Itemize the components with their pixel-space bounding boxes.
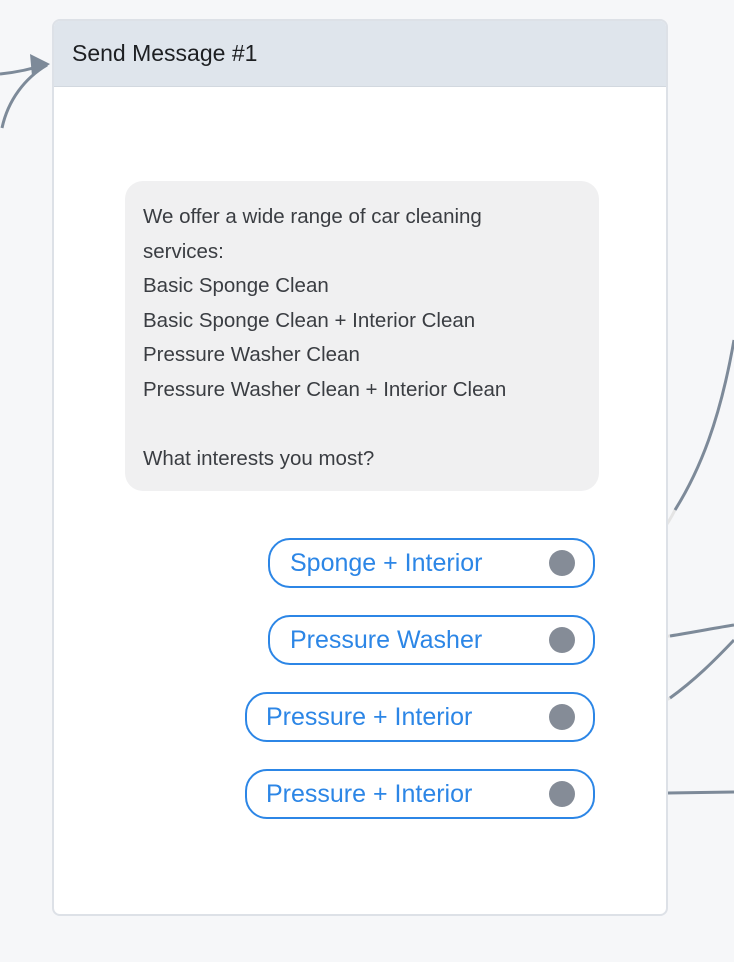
incoming-arrow-icon bbox=[30, 54, 50, 76]
flow-canvas: Send Message #1 We offer a wide range of… bbox=[0, 0, 734, 962]
message-line: Pressure Washer Clean bbox=[143, 343, 360, 366]
outgoing-connector bbox=[673, 339, 734, 511]
output-port-icon[interactable] bbox=[549, 550, 575, 576]
choice-label: Pressure + Interior bbox=[266, 779, 473, 808]
choice-label: Pressure + Interior bbox=[266, 702, 473, 731]
outgoing-connector bbox=[667, 790, 734, 795]
choice-button-sponge-interior[interactable]: Sponge + Interior bbox=[268, 538, 595, 588]
node-header[interactable]: Send Message #1 bbox=[54, 21, 666, 87]
message-line: Basic Sponge Clean bbox=[143, 274, 329, 297]
message-line: Basic Sponge Clean + Interior Clean bbox=[143, 308, 476, 332]
choice-label: Pressure Washer bbox=[290, 625, 483, 654]
node-title: Send Message #1 bbox=[72, 40, 258, 66]
choice-button-pressure-interior-1[interactable]: Pressure + Interior bbox=[245, 692, 595, 742]
message-line: What interests you most? bbox=[143, 446, 375, 470]
choice-button-pressure-interior-2[interactable]: Pressure + Interior bbox=[245, 769, 595, 819]
choice-button-pressure-washer[interactable]: Pressure Washer bbox=[268, 615, 595, 665]
message-line: Pressure Washer Clean + Interior Clean bbox=[143, 377, 507, 401]
choice-label: Sponge + Interior bbox=[290, 548, 483, 577]
output-port-icon[interactable] bbox=[549, 704, 575, 730]
output-port-icon[interactable] bbox=[549, 781, 575, 807]
message-line: We offer a wide range of car cleaning bbox=[143, 205, 482, 228]
outgoing-connector bbox=[669, 638, 734, 700]
output-port-icon[interactable] bbox=[549, 627, 575, 653]
message-bubble[interactable]: We offer a wide range of car cleaning se… bbox=[125, 181, 599, 491]
outgoing-connector bbox=[669, 623, 734, 638]
message-line: services: bbox=[143, 239, 224, 263]
